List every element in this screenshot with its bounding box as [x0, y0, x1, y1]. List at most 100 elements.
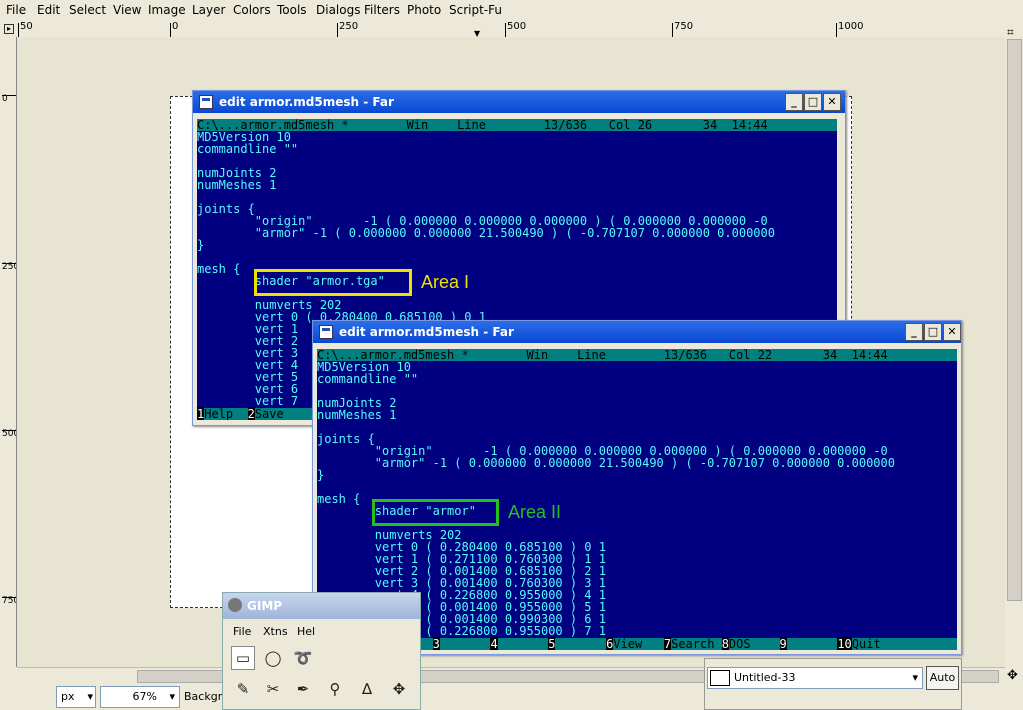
ruler-label: 500 [2, 429, 16, 439]
ruler-tick [170, 23, 171, 37]
menu-edit[interactable]: Edit [37, 3, 60, 17]
image-thumbnail [710, 670, 730, 686]
menu-view[interactable]: View [113, 3, 141, 17]
ruler-label: 250 [339, 21, 359, 32]
editor-line: numMeshes 1 [197, 178, 277, 192]
vertical-scrollbar[interactable]: ⌗ [1005, 21, 1023, 667]
measure-icon[interactable]: ∆ [355, 677, 379, 701]
fkey-number: 8 [721, 637, 729, 650]
fkey-label[interactable]: Quit [852, 637, 881, 650]
image-select[interactable]: Untitled-33 ▾ [707, 667, 923, 689]
color-picker-icon[interactable]: ✒ [291, 677, 315, 701]
image-name: Untitled-33 [734, 671, 796, 684]
navigate-icon[interactable]: ✥ [1007, 668, 1018, 683]
ruler-tick [2, 263, 16, 264]
chevron-down-icon: ▾ [912, 671, 918, 684]
ruler-label: 50 [20, 21, 33, 32]
window-title: edit armor.md5mesh - Far [219, 95, 394, 109]
toolbox-menu-file[interactable]: File [233, 625, 251, 638]
menu-layer[interactable]: Layer [192, 3, 225, 17]
ruler-tick [2, 597, 16, 598]
toolbox-title: GIMP [247, 599, 283, 613]
minimize-button[interactable]: _ [785, 93, 803, 111]
maximize-button[interactable]: □ [804, 93, 822, 111]
fkey-number: 4 [490, 637, 498, 650]
menu-scriptfu[interactable]: Script-Fu [449, 3, 502, 17]
menu-select[interactable]: Select [69, 3, 106, 17]
ruler-tick [2, 430, 16, 431]
toolbox-menu-help[interactable]: Hel [297, 625, 315, 638]
ruler-tick [672, 23, 673, 37]
editor-line: commandline "" [317, 372, 419, 386]
editor-line: commandline "" [197, 142, 299, 156]
menu-tools[interactable]: Tools [277, 3, 307, 17]
ellipse-select-icon[interactable]: ◯ [261, 646, 285, 670]
zoom-icon[interactable]: ⚲ [323, 677, 347, 701]
close-button[interactable]: ✕ [943, 323, 961, 341]
fkey-label[interactable] [787, 637, 838, 650]
editor-line: } [197, 238, 205, 252]
unit-select[interactable]: px ▾ [56, 686, 96, 708]
fkey-label[interactable]: Save [255, 407, 284, 420]
fkey-label[interactable]: Help [204, 407, 247, 420]
area2-callout: Area II [508, 502, 562, 522]
menu-file[interactable]: File [6, 3, 26, 17]
fkey-label[interactable]: DOS [729, 637, 780, 650]
horizontal-ruler[interactable]: 50 0 250 500 750 1000 ▼ [18, 21, 1005, 38]
ruler-label: 0 [172, 21, 179, 32]
ruler-tick [18, 23, 19, 37]
fkey-number: 2 [247, 407, 255, 420]
vertical-ruler[interactable]: 0 250 500 750 [0, 37, 17, 667]
far-app-icon [319, 325, 333, 339]
area1-highlight-box [254, 269, 412, 296]
gimp-menubar: File Edit Select View Image Layer Colors… [0, 0, 1023, 20]
scroll-thumb[interactable] [1007, 39, 1022, 601]
editor-status-line: C:\...armor.md5mesh * Win Line 13/636 Co… [317, 349, 957, 361]
ruler-label: 0 [2, 94, 8, 104]
path-icon[interactable]: ✎ [231, 677, 255, 701]
chevron-down-icon: ▾ [87, 690, 93, 703]
ruler-corner-button[interactable]: ▸ [0, 21, 18, 37]
toolbox-titlebar[interactable]: GIMP [223, 593, 420, 619]
rect-select-icon[interactable]: ▭ [231, 646, 255, 670]
menu-colors[interactable]: Colors [233, 3, 271, 17]
move-icon[interactable]: ✥ [387, 677, 411, 701]
far-app-icon [199, 95, 213, 109]
fkey-number: 9 [779, 637, 787, 650]
editor-line: } [317, 468, 325, 482]
fkey-label[interactable] [440, 637, 491, 650]
zoom-select[interactable]: 67% ▾ [100, 686, 180, 708]
ruler-label: 500 [507, 21, 527, 32]
ruler-tick [505, 23, 506, 37]
menu-filters[interactable]: Filters [364, 3, 400, 17]
fkey-label[interactable] [498, 637, 549, 650]
fkey-label[interactable] [555, 637, 606, 650]
ruler-label: 750 [2, 596, 16, 606]
auto-button[interactable]: Auto [926, 666, 959, 690]
editor-status-line: C:\...armor.md5mesh * Win Line 13/636 Co… [197, 119, 837, 131]
fkey-number: 10 [837, 637, 852, 650]
toolbox-menu-xtns[interactable]: Xtns [263, 625, 288, 638]
close-button[interactable]: ✕ [823, 93, 841, 111]
scissors-icon[interactable]: ✂ [261, 677, 285, 701]
ruler-tick [337, 23, 338, 37]
menu-dialogs[interactable]: Dialogs [316, 3, 360, 17]
menu-image[interactable]: Image [148, 3, 186, 17]
lasso-icon[interactable]: ➰ [291, 646, 315, 670]
minimize-button[interactable]: _ [905, 323, 923, 341]
maximize-button[interactable]: □ [924, 323, 942, 341]
menu-photo[interactable]: Photo [407, 3, 441, 17]
editor-line: numMeshes 1 [317, 408, 397, 422]
ruler-tick [836, 23, 837, 37]
area1-callout: Area I [421, 272, 470, 292]
ruler-label: 1000 [838, 21, 864, 32]
chevron-down-icon: ▾ [169, 690, 175, 703]
gimp-logo-icon [228, 598, 242, 612]
zoom-fit-icon[interactable]: ⌗ [1007, 25, 1014, 40]
fkey-label[interactable]: View [613, 637, 664, 650]
fkey-label[interactable]: Search [671, 637, 722, 650]
layers-dialog: Untitled-33 ▾ Auto [704, 658, 962, 710]
window-titlebar[interactable]: edit armor.md5mesh - Far _ □ ✕ [193, 91, 845, 113]
window-titlebar[interactable]: edit armor.md5mesh - Far _ □ ✕ [313, 321, 961, 343]
ruler-label: 250 [2, 262, 16, 272]
